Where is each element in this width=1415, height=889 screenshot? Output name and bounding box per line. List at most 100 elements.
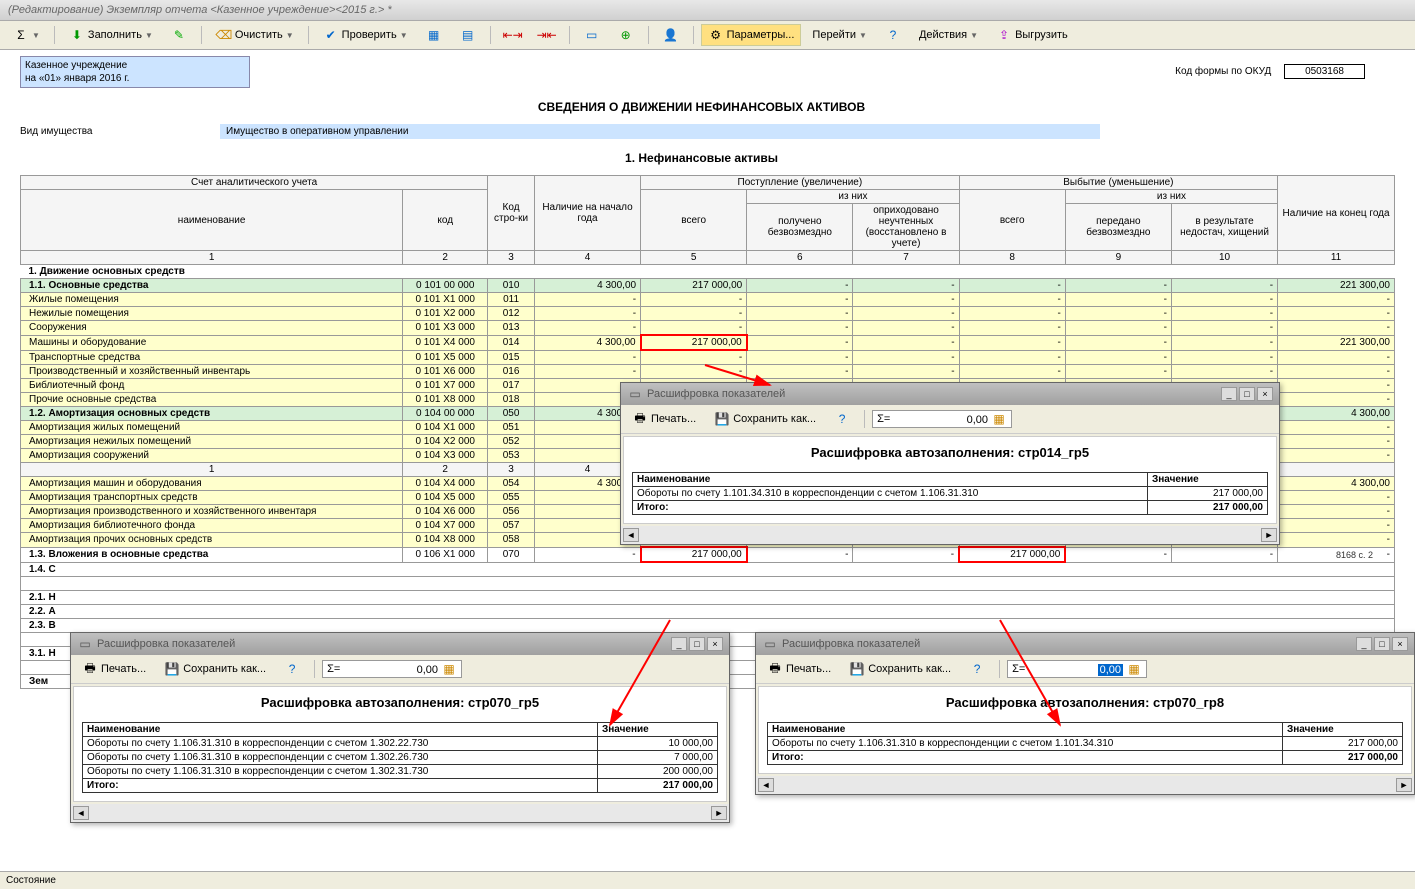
table-row[interactable]: Производственный и хозяйственный инвента…	[21, 365, 1395, 379]
cell[interactable]: 0 101 Х1 000	[403, 293, 488, 307]
icon-btn-3[interactable]: ⇤⇥	[498, 24, 528, 46]
cell[interactable]: -	[1065, 547, 1171, 562]
cell[interactable]: 217 000,00	[641, 335, 747, 350]
clear-button[interactable]: ⌫Очистить▼	[209, 24, 301, 46]
scroll-right[interactable]: ►	[1396, 778, 1412, 792]
cell[interactable]: -	[534, 307, 640, 321]
popup-str014-gr5[interactable]: ▭Расшифровка показателей _ □ × 🖶Печать..…	[620, 382, 1280, 545]
scroll-right[interactable]: ►	[711, 806, 727, 820]
icon-btn-6[interactable]: ⊕	[611, 24, 641, 46]
property-value[interactable]: Имущество в оперативном управлении	[220, 124, 1100, 139]
cell[interactable]: -	[1171, 321, 1277, 336]
cell[interactable]: 0 104 Х3 000	[403, 449, 488, 463]
maximize-button[interactable]: □	[1374, 637, 1390, 651]
icon-btn-2[interactable]: ▤	[453, 24, 483, 46]
cell[interactable]: 0 101 Х6 000	[403, 365, 488, 379]
cell[interactable]: 0 101 Х8 000	[403, 393, 488, 407]
cell[interactable]: Прочие основные средства	[21, 393, 403, 407]
cell[interactable]: -	[1278, 491, 1395, 505]
cell[interactable]: 0 104 Х8 000	[403, 533, 488, 548]
cell[interactable]: -	[1065, 350, 1171, 365]
save-button[interactable]: 💾Сохранить как...	[707, 408, 823, 430]
cell[interactable]: 0 101 Х5 000	[403, 350, 488, 365]
cell[interactable]: Амортизация сооружений	[21, 449, 403, 463]
cell[interactable]: 0 104 Х5 000	[403, 491, 488, 505]
cell[interactable]: 0 101 Х7 000	[403, 379, 488, 393]
cell[interactable]: 217 000,00	[641, 547, 747, 562]
cell[interactable]: -	[1065, 293, 1171, 307]
cell[interactable]: -	[1065, 335, 1171, 350]
edit-button[interactable]: ✎	[164, 24, 194, 46]
cell[interactable]: 010	[488, 279, 535, 293]
cell[interactable]: 0 101 Х4 000	[403, 335, 488, 350]
cell[interactable]: -	[959, 279, 1065, 293]
cell[interactable]: -	[1278, 307, 1395, 321]
cell[interactable]: -	[534, 321, 640, 336]
close-button[interactable]: ×	[707, 637, 723, 651]
cell[interactable]: -	[1278, 435, 1395, 449]
help-button[interactable]: ?	[827, 408, 857, 430]
sigma-field[interactable]: Σ=0,00 ▦	[322, 660, 462, 678]
cell[interactable]: Амортизация производственного и хозяйств…	[21, 505, 403, 519]
cell[interactable]: 4 300,00	[534, 279, 640, 293]
cell[interactable]: -	[853, 321, 959, 336]
check-button[interactable]: ✔Проверить▼	[316, 24, 415, 46]
cell[interactable]: 217 000,00	[641, 279, 747, 293]
cell[interactable]: 4 300,00	[534, 335, 640, 350]
save-button[interactable]: 💾Сохранить как...	[842, 658, 958, 680]
cell[interactable]: -	[853, 365, 959, 379]
cell[interactable]: 053	[488, 449, 535, 463]
cell[interactable]: -	[1278, 533, 1395, 548]
minimize-button[interactable]: _	[1221, 387, 1237, 401]
cell[interactable]: -	[641, 293, 747, 307]
sigma-button[interactable]: Σ▼	[6, 24, 47, 46]
actions-button[interactable]: Действия▼	[912, 26, 985, 44]
cell[interactable]: 0 106 Х1 000	[403, 547, 488, 562]
cell[interactable]: -	[747, 335, 853, 350]
table-row[interactable]: Нежилые помещения0 101 Х2 000012--------	[21, 307, 1395, 321]
minimize-button[interactable]: _	[671, 637, 687, 651]
sigma-field[interactable]: Σ=0,00 ▦	[1007, 660, 1147, 678]
cell[interactable]: -	[1278, 519, 1395, 533]
cell[interactable]: -	[853, 547, 959, 562]
icon-btn-1[interactable]: ▦	[419, 24, 449, 46]
cell[interactable]: 016	[488, 365, 535, 379]
cell[interactable]: 0 101 Х2 000	[403, 307, 488, 321]
cell[interactable]: 052	[488, 435, 535, 449]
cell[interactable]: Производственный и хозяйственный инвента…	[21, 365, 403, 379]
table-row[interactable]: Сооружения0 101 Х3 000013--------	[21, 321, 1395, 336]
cell[interactable]: 4 300,00	[1278, 407, 1395, 421]
popup-str070-gr5[interactable]: ▭Расшифровка показателей _ □ × 🖶Печать..…	[70, 632, 730, 823]
maximize-button[interactable]: □	[1239, 387, 1255, 401]
icon-btn-4[interactable]: ⇥⇤	[532, 24, 562, 46]
cell[interactable]: 055	[488, 491, 535, 505]
popup-str070-gr8[interactable]: ▭Расшифровка показателей _ □ × 🖶Печать..…	[755, 632, 1415, 795]
cell[interactable]: Амортизация нежилых помещений	[21, 435, 403, 449]
cell[interactable]: 0 104 Х6 000	[403, 505, 488, 519]
cell[interactable]: -	[747, 547, 853, 562]
cell[interactable]: -	[1278, 393, 1395, 407]
cell[interactable]: -	[1278, 365, 1395, 379]
cell[interactable]: 0 101 Х3 000	[403, 321, 488, 336]
cell[interactable]: Сооружения	[21, 321, 403, 336]
cell[interactable]: -	[853, 350, 959, 365]
cell[interactable]: 058	[488, 533, 535, 548]
cell[interactable]: -	[853, 293, 959, 307]
cell[interactable]: 056	[488, 505, 535, 519]
cell[interactable]: Амортизация машин и оборудования	[21, 477, 403, 491]
cell[interactable]: Амортизация транспортных средств	[21, 491, 403, 505]
table-row[interactable]: Транспортные средства0 101 Х5 000015----…	[21, 350, 1395, 365]
cell[interactable]: -	[747, 365, 853, 379]
cell[interactable]: -	[959, 293, 1065, 307]
cell[interactable]: 050	[488, 407, 535, 421]
cell[interactable]: -	[959, 321, 1065, 336]
fill-button[interactable]: ⬇Заполнить▼	[62, 24, 160, 46]
cell[interactable]: -	[1278, 421, 1395, 435]
cell[interactable]: -	[534, 350, 640, 365]
table-row[interactable]: 1.3. Вложения в основные средства0 106 Х…	[21, 547, 1395, 562]
cell[interactable]: -	[747, 279, 853, 293]
help-button[interactable]: ?	[878, 24, 908, 46]
params-button[interactable]: ⚙Параметры...	[701, 24, 802, 46]
cell[interactable]: 0 104 Х1 000	[403, 421, 488, 435]
goto-button[interactable]: Перейти▼	[805, 26, 874, 44]
